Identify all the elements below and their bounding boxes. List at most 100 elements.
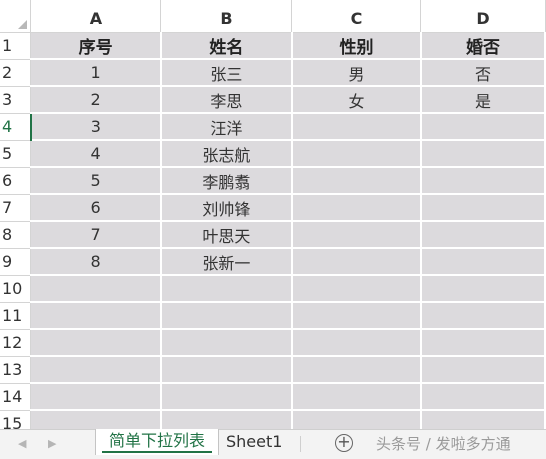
column-header-d[interactable]: D: [420, 0, 546, 33]
cell-a5[interactable]: 4: [30, 140, 162, 168]
cell-d1[interactable]: 婚否: [420, 32, 546, 60]
cell-d12[interactable]: [420, 329, 546, 357]
cell-d15[interactable]: [420, 410, 546, 429]
cell-c4[interactable]: [291, 113, 422, 141]
cell-c7[interactable]: [291, 194, 422, 222]
cell-c11[interactable]: [291, 302, 422, 330]
cell-b5[interactable]: 张志航: [160, 140, 293, 168]
cell-d13[interactable]: [420, 356, 546, 384]
cell-c12[interactable]: [291, 329, 422, 357]
cell-a10[interactable]: [30, 275, 162, 303]
cell-a15[interactable]: [30, 410, 162, 429]
tab-simple-dropdown-list[interactable]: 简单下拉列表: [95, 429, 219, 455]
cell-c10[interactable]: [291, 275, 422, 303]
table-row: 4 3 汪洋: [0, 113, 546, 141]
cell-c13[interactable]: [291, 356, 422, 384]
cell-b10[interactable]: [160, 275, 293, 303]
row-header[interactable]: 11: [0, 302, 32, 330]
row-header[interactable]: 13: [0, 356, 32, 384]
table-row: 8 7 叶思天: [0, 221, 546, 249]
cell-d3[interactable]: 是: [420, 86, 546, 114]
cell-c6[interactable]: [291, 167, 422, 195]
cell-c14[interactable]: [291, 383, 422, 411]
scroll-tabs-left-icon[interactable]: ◀: [18, 437, 26, 450]
table-row: 13: [0, 356, 546, 384]
cell-d8[interactable]: [420, 221, 546, 249]
cell-c1[interactable]: 性别: [291, 32, 422, 60]
column-header-b[interactable]: B: [160, 0, 293, 33]
row-header[interactable]: 14: [0, 383, 32, 411]
row-header[interactable]: 1: [0, 32, 32, 60]
cell-b4[interactable]: 汪洋: [160, 113, 293, 141]
row-header[interactable]: 10: [0, 275, 32, 303]
cell-b2[interactable]: 张三: [160, 59, 293, 87]
table-row: 15: [0, 410, 546, 429]
cell-d5[interactable]: [420, 140, 546, 168]
cell-c2[interactable]: 男: [291, 59, 422, 87]
sheet-tab-bar: ◀ ▶ 简单下拉列表 Sheet1 + 头条号 / 发啦多方通: [0, 429, 546, 459]
cell-b1[interactable]: 姓名: [160, 32, 293, 60]
active-tab-underline: [102, 451, 212, 453]
row-header[interactable]: 5: [0, 140, 32, 168]
cell-a4[interactable]: 3: [30, 113, 162, 141]
cell-c8[interactable]: [291, 221, 422, 249]
spreadsheet-grid[interactable]: A B C D 1 序号 姓名 性别 婚否 2 1 张三男否 3 2 李思女是 4 3 汪洋 5 4 张志航 6 5…: [0, 0, 546, 429]
cell-a12[interactable]: [30, 329, 162, 357]
cell-a3[interactable]: 2: [30, 86, 162, 114]
cell-d10[interactable]: [420, 275, 546, 303]
cell-b11[interactable]: [160, 302, 293, 330]
cell-d14[interactable]: [420, 383, 546, 411]
table-row: 12: [0, 329, 546, 357]
table-row: 2 1 张三男否: [0, 59, 546, 87]
row-header[interactable]: 12: [0, 329, 32, 357]
cell-a11[interactable]: [30, 302, 162, 330]
table-row: 9 8 张新一: [0, 248, 546, 276]
cell-a7[interactable]: 6: [30, 194, 162, 222]
cell-a1[interactable]: 序号: [30, 32, 162, 60]
cell-b8[interactable]: 叶思天: [160, 221, 293, 249]
tab-sheet1[interactable]: Sheet1: [226, 432, 282, 451]
row-header[interactable]: 6: [0, 167, 32, 195]
cell-b12[interactable]: [160, 329, 293, 357]
column-header-c[interactable]: C: [291, 0, 422, 33]
cell-b7[interactable]: 刘帅锋: [160, 194, 293, 222]
cell-c15[interactable]: [291, 410, 422, 429]
cell-a2[interactable]: 1: [30, 59, 162, 87]
cell-c3[interactable]: 女: [291, 86, 422, 114]
cell-a8[interactable]: 7: [30, 221, 162, 249]
row-header[interactable]: 2: [0, 59, 32, 87]
cell-a13[interactable]: [30, 356, 162, 384]
cell-c9[interactable]: [291, 248, 422, 276]
cell-d7[interactable]: [420, 194, 546, 222]
cell-d6[interactable]: [420, 167, 546, 195]
cell-b14[interactable]: [160, 383, 293, 411]
cell-b13[interactable]: [160, 356, 293, 384]
cell-b6[interactable]: 李鹏翥: [160, 167, 293, 195]
row-header[interactable]: 7: [0, 194, 32, 222]
table-row: 5 4 张志航: [0, 140, 546, 168]
grid-table: A B C D 1 序号 姓名 性别 婚否 2 1 张三男否 3 2 李思女是 4 3 汪洋 5 4 张志航 6 5…: [0, 0, 546, 429]
tab-label: 简单下拉列表: [108, 431, 205, 450]
cell-d11[interactable]: [420, 302, 546, 330]
row-header[interactable]: 9: [0, 248, 32, 276]
add-sheet-icon[interactable]: +: [335, 434, 353, 452]
cell-b9[interactable]: 张新一: [160, 248, 293, 276]
cell-a14[interactable]: [30, 383, 162, 411]
column-header-a[interactable]: A: [30, 0, 162, 33]
table-row: 3 2 李思女是: [0, 86, 546, 114]
cell-a9[interactable]: 8: [30, 248, 162, 276]
row-header[interactable]: 8: [0, 221, 32, 249]
cell-a6[interactable]: 5: [30, 167, 162, 195]
cell-d9[interactable]: [420, 248, 546, 276]
cell-b3[interactable]: 李思: [160, 86, 293, 114]
row-header[interactable]: 15: [0, 410, 32, 429]
cell-d2[interactable]: 否: [420, 59, 546, 87]
cell-c5[interactable]: [291, 140, 422, 168]
table-row: 10: [0, 275, 546, 303]
select-all-corner[interactable]: [0, 0, 32, 33]
scroll-tabs-right-icon[interactable]: ▶: [48, 437, 56, 450]
row-header[interactable]: 3: [0, 86, 32, 114]
cell-b15[interactable]: [160, 410, 293, 429]
cell-d4[interactable]: [420, 113, 546, 141]
row-header[interactable]: 4: [0, 113, 32, 141]
